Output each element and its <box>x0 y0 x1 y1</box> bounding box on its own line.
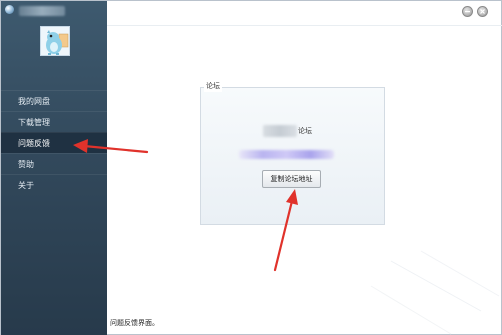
background-decoration <box>370 250 500 335</box>
sidebar-item-feedback[interactable]: 问题反馈 <box>1 132 107 153</box>
app-icon <box>5 5 14 14</box>
sidebar-nav: 我的网盘 下载管理 问题反馈 赞助 关于 <box>1 90 107 195</box>
copy-forum-address-button[interactable]: 复制论坛地址 <box>262 170 321 188</box>
sidebar-item-about[interactable]: 关于 <box>1 174 107 195</box>
sidebar-item-downloads[interactable]: 下载管理 <box>1 111 107 132</box>
forum-url-link-redacted[interactable] <box>239 150 334 159</box>
minimize-button[interactable] <box>462 6 473 17</box>
sidebar-item-my-disk[interactable]: 我的网盘 <box>1 90 107 111</box>
close-icon <box>480 9 485 14</box>
forum-name-suffix: 论坛 <box>298 127 312 135</box>
minimize-icon <box>465 11 470 13</box>
avatar[interactable] <box>40 26 70 56</box>
forum-group-title: 论坛 <box>204 80 222 92</box>
status-text: 问题反馈界面。 <box>110 319 159 327</box>
sidebar-item-sponsor[interactable]: 赞助 <box>1 153 107 174</box>
app-window: 我的网盘 下载管理 问题反馈 赞助 关于 论坛 论坛 复制论坛地址 问题反馈界面… <box>0 0 502 335</box>
close-button[interactable] <box>477 6 488 17</box>
dinosaur-avatar-icon <box>41 27 69 55</box>
sidebar: 我的网盘 下载管理 问题反馈 赞助 关于 <box>1 1 107 335</box>
app-title-redacted <box>19 6 65 16</box>
forum-name-redacted <box>263 125 297 137</box>
header-divider <box>107 25 502 26</box>
